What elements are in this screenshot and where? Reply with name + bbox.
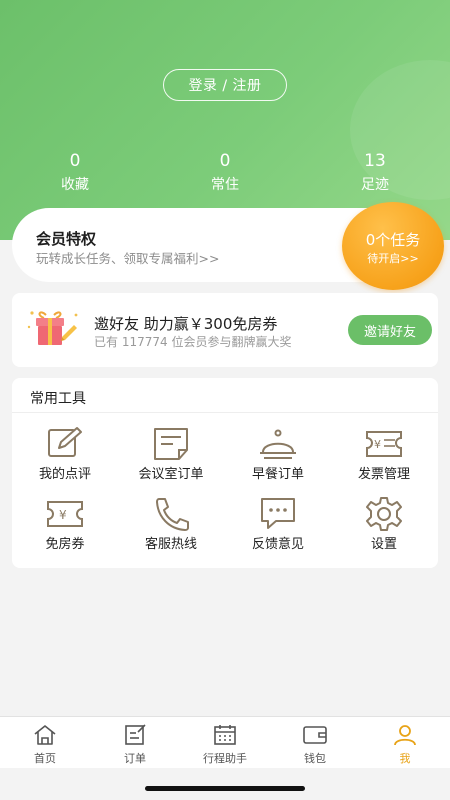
tab-wallet[interactable]: 钱包 xyxy=(270,723,360,766)
invite-friends-button[interactable]: 邀请好友 xyxy=(348,315,432,345)
tool-settings-label: 设置 xyxy=(370,537,397,552)
cloche-icon xyxy=(260,429,296,459)
tools-heading: 常用工具 xyxy=(30,391,86,407)
tool-invoice-management-label: 发票管理 xyxy=(357,467,410,482)
tool-customer-hotline[interactable]: 客服热线 xyxy=(121,496,221,554)
wallet-icon xyxy=(303,726,327,744)
invite-card[interactable]: 邀好友 助力赢￥300免房券 已有 117774 位会员参与翻牌赢大奖 邀请好友 xyxy=(12,293,438,367)
stat-favorites-count: 0 xyxy=(69,151,81,171)
stat-frequent[interactable]: 0 常住 xyxy=(180,150,270,196)
tools-divider xyxy=(12,412,438,413)
tab-orders-label: 订单 xyxy=(124,752,146,765)
gear-icon xyxy=(366,497,402,531)
task-count: 0个任务 xyxy=(365,231,421,249)
tab-me-label: 我 xyxy=(399,752,411,765)
tool-free-room-voucher[interactable]: ¥ 免房券 xyxy=(15,496,115,554)
member-subtitle: 玩转成长任务、领取专属福利>> xyxy=(36,251,220,266)
gift-icon xyxy=(26,307,82,351)
stat-frequent-count: 0 xyxy=(219,151,231,171)
stats-row: 0 收藏 0 常住 13 足迹 xyxy=(0,150,450,200)
tool-customer-hotline-label: 客服热线 xyxy=(144,537,197,552)
document-icon xyxy=(154,428,188,460)
tool-my-reviews[interactable]: 我的点评 xyxy=(15,426,115,484)
edit-icon xyxy=(48,427,82,457)
invoice-icon: ¥ xyxy=(366,431,402,457)
stat-history-count: 13 xyxy=(364,151,386,171)
coupon-icon: ¥ xyxy=(47,501,83,527)
tool-meeting-orders[interactable]: 会议室订单 xyxy=(121,426,221,484)
invite-title: 邀好友 助力赢￥300免房券 xyxy=(94,315,278,333)
order-icon xyxy=(125,724,146,745)
invite-subtitle: 已有 117774 位会员参与翻牌赢大奖 xyxy=(94,335,292,349)
tool-settings[interactable]: 设置 xyxy=(334,496,434,554)
tab-me[interactable]: 我 xyxy=(360,723,450,766)
calendar-icon xyxy=(214,725,236,745)
tab-trip-assistant[interactable]: 行程助手 xyxy=(180,723,270,766)
tool-feedback-label: 反馈意见 xyxy=(251,537,304,552)
stat-frequent-label: 常住 xyxy=(211,177,239,193)
tool-meeting-orders-label: 会议室订单 xyxy=(138,467,204,482)
user-icon xyxy=(394,725,416,746)
bottom-tab-bar: 首页 订单 行程助手 钱包 我 xyxy=(0,716,450,768)
tool-feedback[interactable]: 反馈意见 xyxy=(228,496,328,554)
home-indicator xyxy=(145,786,305,791)
task-badge[interactable]: 0个任务 待开启>> xyxy=(342,202,444,290)
tool-free-room-voucher-label: 免房券 xyxy=(45,537,85,552)
tools-card: 常用工具 我的点评 会议室订单 早餐订单 ¥ 发票管理 ¥ 免房券 客服热线 反… xyxy=(12,378,438,568)
chat-icon xyxy=(261,498,295,529)
stat-history[interactable]: 13 足迹 xyxy=(330,150,420,196)
svg-text:¥: ¥ xyxy=(374,438,381,451)
stat-history-label: 足迹 xyxy=(361,177,389,193)
task-status: 待开启>> xyxy=(367,252,419,265)
tab-home[interactable]: 首页 xyxy=(0,723,90,766)
tab-wallet-label: 钱包 xyxy=(304,752,326,765)
stat-favorites[interactable]: 0 收藏 xyxy=(30,150,120,196)
svg-text:¥: ¥ xyxy=(59,508,67,522)
home-icon xyxy=(34,725,56,745)
phone-icon xyxy=(156,498,189,531)
tab-orders[interactable]: 订单 xyxy=(90,723,180,766)
tool-breakfast-orders-label: 早餐订单 xyxy=(251,467,304,482)
tool-breakfast-orders[interactable]: 早餐订单 xyxy=(228,426,328,484)
member-title: 会员特权 xyxy=(36,230,97,248)
tab-home-label: 首页 xyxy=(34,752,56,765)
tool-my-reviews-label: 我的点评 xyxy=(38,467,91,482)
stat-favorites-label: 收藏 xyxy=(61,177,89,193)
tab-trip-assistant-label: 行程助手 xyxy=(203,752,247,765)
tool-invoice-management[interactable]: ¥ 发票管理 xyxy=(334,426,434,484)
login-register-button[interactable]: 登录 / 注册 xyxy=(163,69,287,101)
